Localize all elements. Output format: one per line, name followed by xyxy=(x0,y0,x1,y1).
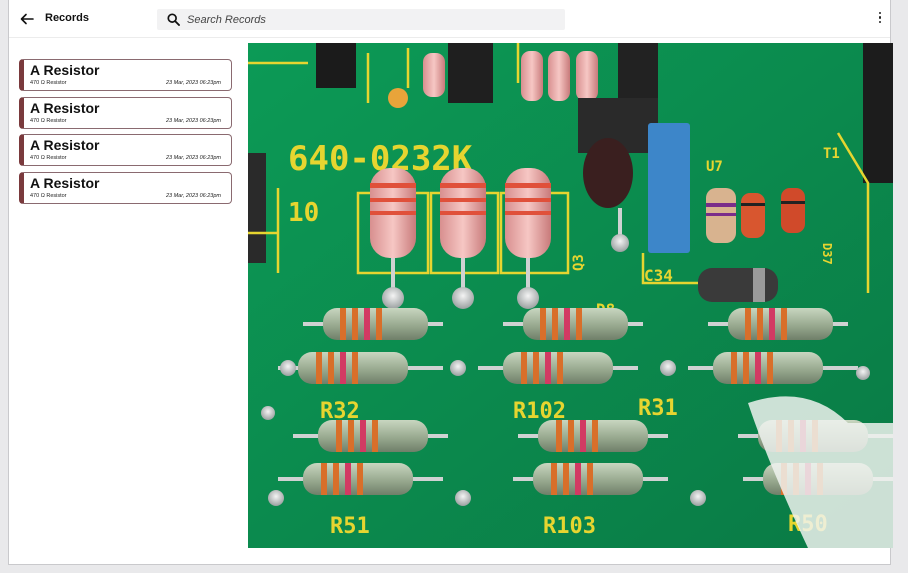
record-date: 23 Mar, 2023 06:23pm xyxy=(165,155,221,161)
more-vertical-icon[interactable] xyxy=(876,12,884,26)
board-label: R51 xyxy=(330,514,370,539)
board-label: R103 xyxy=(543,514,596,539)
record-card[interactable]: A Resistor 470 Ω Resistor 23 Mar, 2023 0… xyxy=(19,59,232,91)
circuit-board-photo: 640-0232K 10 R32 R102 R31 R51 R103 R50 C… xyxy=(248,43,893,548)
app-window: Records A Resistor 470 Ω Resistor 23 Mar… xyxy=(8,0,893,565)
board-label: 10 xyxy=(288,198,319,228)
board-label: U7 xyxy=(706,159,723,175)
record-name: A Resistor xyxy=(30,137,100,153)
arrow-left-icon[interactable] xyxy=(19,11,35,27)
record-date: 23 Mar, 2023 06:23pm xyxy=(165,192,221,199)
board-label: D37 xyxy=(820,243,834,265)
record-detail: 470 Ω Resistor xyxy=(30,155,67,161)
board-label: R31 xyxy=(638,396,678,421)
board-label: C34 xyxy=(644,266,673,285)
record-detail: 470 Ω Resistor xyxy=(30,80,67,86)
search-input[interactable] xyxy=(187,11,547,28)
record-date: 23 Mar, 2023 06:23pm xyxy=(165,80,221,86)
top-bar: Records xyxy=(9,0,890,38)
record-name: A Resistor xyxy=(30,174,100,191)
board-label: Q3 xyxy=(571,254,587,271)
record-card[interactable]: A Resistor 470 Ω Resistor 23 Mar, 2023 0… xyxy=(19,134,232,166)
record-detail: 470 Ω Resistor xyxy=(30,192,67,199)
board-label: T1 xyxy=(823,146,840,162)
record-name: A Resistor xyxy=(30,99,100,116)
record-detail: 470 Ω Resistor xyxy=(30,117,67,124)
search-bar[interactable] xyxy=(157,9,565,30)
records-list: A Resistor 470 Ω Resistor 23 Mar, 2023 0… xyxy=(19,59,232,209)
record-card[interactable]: A Resistor 470 Ω Resistor 23 Mar, 2023 0… xyxy=(19,171,232,204)
record-card[interactable]: A Resistor 470 Ω Resistor 23 Mar, 2023 0… xyxy=(19,96,232,129)
search-icon xyxy=(167,13,180,26)
record-date: 23 Mar, 2023 06:23pm xyxy=(165,117,221,124)
record-name: A Resistor xyxy=(30,62,100,78)
page-title: Records xyxy=(45,12,90,24)
